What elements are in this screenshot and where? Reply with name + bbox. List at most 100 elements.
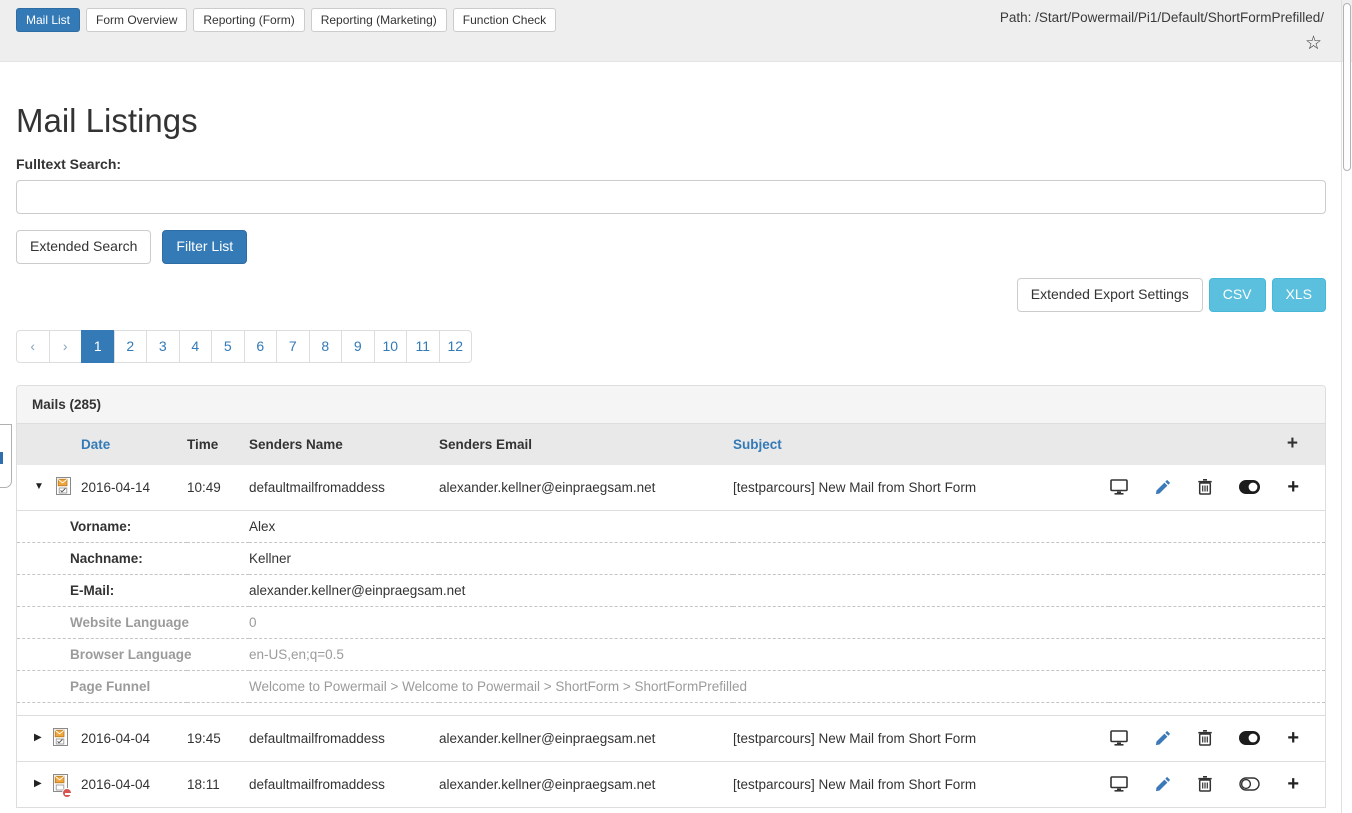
detail-label: Website Language xyxy=(17,606,249,638)
search-buttons: Extended Search Filter List xyxy=(16,230,1326,264)
add-column-icon[interactable]: + xyxy=(1287,433,1298,454)
pagination-page-10[interactable]: 10 xyxy=(374,330,408,363)
cell-sender-name: defaultmailfromaddess xyxy=(249,761,439,807)
tab-reporting-form[interactable]: Reporting (Form) xyxy=(193,8,304,32)
cell-subject: [testparcours] New Mail from Short Form xyxy=(733,761,1109,807)
detail-label: Nachname: xyxy=(17,542,249,574)
tab-form-overview[interactable]: Form Overview xyxy=(86,8,187,32)
table-row: ▶ 2016-04-04 19:45 xyxy=(17,715,1325,761)
detail-label: Vorname: xyxy=(17,510,249,542)
detail-label: Page Funnel xyxy=(17,670,249,702)
pagination-page-7[interactable]: 7 xyxy=(276,330,310,363)
edit-pencil-icon[interactable] xyxy=(1155,730,1171,746)
fulltext-search-label: Fulltext Search: xyxy=(16,156,1326,172)
sort-date-link[interactable]: Date xyxy=(81,437,110,452)
edit-pencil-icon[interactable] xyxy=(1155,776,1171,792)
detail-row: E-Mail: alexander.kellner@einpraegsam.ne… xyxy=(17,574,1325,606)
pagination-page-2[interactable]: 2 xyxy=(114,330,148,363)
preview-icon[interactable] xyxy=(1110,479,1128,495)
detail-row: Vorname: Alex xyxy=(17,510,1325,542)
detail-value: Welcome to Powermail > Welcome to Powerm… xyxy=(249,670,1325,702)
pagination-page-1[interactable]: 1 xyxy=(81,330,115,363)
page-title: Mail Listings xyxy=(16,102,1326,140)
cell-sender-name: defaultmailfromaddess xyxy=(249,465,439,511)
row-actions: + xyxy=(1109,776,1299,792)
delete-trash-icon[interactable] xyxy=(1198,479,1212,495)
cell-date: 2016-04-04 xyxy=(81,715,187,761)
tab-mail-list[interactable]: Mail List xyxy=(16,8,80,32)
detail-value: Alex xyxy=(249,510,1325,542)
column-header-time: Time xyxy=(187,424,249,465)
delete-trash-icon[interactable] xyxy=(1198,730,1212,746)
pagination: ‹ › 1 2 3 4 5 6 7 8 9 10 11 12 xyxy=(16,330,1326,363)
cell-sender-email: alexander.kellner@einpraegsam.net xyxy=(439,715,733,761)
mails-panel-title: Mails (285) xyxy=(17,386,1325,424)
visibility-toggle-on-icon[interactable] xyxy=(1239,731,1260,745)
table-row: ▶ 2016-04-04 18:11 d xyxy=(17,761,1325,807)
column-header-actions: + xyxy=(1109,424,1325,465)
filter-list-button[interactable]: Filter List xyxy=(162,230,247,264)
cell-sender-name: defaultmailfromaddess xyxy=(249,715,439,761)
detail-label: E-Mail: xyxy=(17,574,249,606)
cell-time: 19:45 xyxy=(187,715,249,761)
bookmark-star-icon[interactable]: ☆ xyxy=(1305,34,1322,53)
detail-row: Website Language 0 xyxy=(17,606,1325,638)
add-plus-icon[interactable]: + xyxy=(1287,731,1299,745)
top-bar: Mail List Form Overview Reporting (Form)… xyxy=(0,0,1352,62)
pagination-page-11[interactable]: 11 xyxy=(406,330,440,363)
cell-time: 10:49 xyxy=(187,465,249,511)
pagination-page-6[interactable]: 6 xyxy=(244,330,278,363)
pagination-page-9[interactable]: 9 xyxy=(341,330,375,363)
extended-export-settings-button[interactable]: Extended Export Settings xyxy=(1017,278,1203,312)
header-spacer xyxy=(17,424,81,465)
xls-export-button[interactable]: XLS xyxy=(1272,278,1326,312)
mail-record-icon xyxy=(53,728,68,749)
detail-label: Browser Language xyxy=(17,638,249,670)
pagination-prev[interactable]: ‹ xyxy=(16,330,50,363)
extended-search-button[interactable]: Extended Search xyxy=(16,230,151,264)
table-header-row: Date Time Senders Name Senders Email Sub… xyxy=(17,424,1325,465)
pagination-next[interactable]: › xyxy=(49,330,83,363)
expand-caret-icon[interactable]: ▶ xyxy=(34,778,42,789)
cell-subject: [testparcours] New Mail from Short Form xyxy=(733,715,1109,761)
edit-pencil-icon[interactable] xyxy=(1155,479,1171,495)
fulltext-search-input[interactable] xyxy=(16,180,1326,214)
cell-subject: [testparcours] New Mail from Short Form xyxy=(733,465,1109,511)
pagination-page-4[interactable]: 4 xyxy=(179,330,213,363)
csv-export-button[interactable]: CSV xyxy=(1209,278,1266,312)
expand-caret-icon[interactable]: ▶ xyxy=(34,732,42,743)
pagination-page-5[interactable]: 5 xyxy=(211,330,245,363)
tab-function-check[interactable]: Function Check xyxy=(453,8,556,32)
left-edge-panel-marker xyxy=(0,452,3,464)
visibility-toggle-off-icon[interactable] xyxy=(1239,777,1260,791)
cell-time: 18:11 xyxy=(187,761,249,807)
mail-record-hidden-icon xyxy=(53,774,68,795)
left-edge-panel[interactable] xyxy=(0,424,12,488)
scrollbar-track xyxy=(1341,0,1352,813)
add-plus-icon[interactable]: + xyxy=(1287,480,1299,494)
visibility-toggle-on-icon[interactable] xyxy=(1239,480,1260,494)
detail-value: Kellner xyxy=(249,542,1325,574)
cell-sender-email: alexander.kellner@einpraegsam.net xyxy=(439,465,733,511)
table-row: ▼ 2016-04-14 10:49 xyxy=(17,465,1325,511)
sort-subject-link[interactable]: Subject xyxy=(733,437,782,452)
delete-trash-icon[interactable] xyxy=(1198,776,1212,792)
detail-value: alexander.kellner@einpraegsam.net xyxy=(249,574,1325,606)
tab-reporting-marketing[interactable]: Reporting (Marketing) xyxy=(311,8,447,32)
column-header-subject: Subject xyxy=(733,424,1109,465)
preview-icon[interactable] xyxy=(1110,776,1128,792)
row-actions: + xyxy=(1109,479,1299,495)
hidden-record-badge xyxy=(62,788,72,798)
pagination-page-8[interactable]: 8 xyxy=(309,330,343,363)
add-plus-icon[interactable]: + xyxy=(1287,777,1299,791)
preview-icon[interactable] xyxy=(1110,730,1128,746)
main-content: Mail Listings Fulltext Search: Extended … xyxy=(16,102,1326,808)
row-actions: + xyxy=(1109,730,1299,746)
mails-panel: Mails (285) Date Time Senders Name Sende… xyxy=(16,385,1326,808)
pagination-page-3[interactable]: 3 xyxy=(146,330,180,363)
detail-row: Page Funnel Welcome to Powermail > Welco… xyxy=(17,670,1325,702)
export-buttons: Extended Export Settings CSV XLS xyxy=(16,278,1326,312)
collapse-caret-icon[interactable]: ▼ xyxy=(34,481,44,492)
scrollbar-thumb[interactable] xyxy=(1343,3,1351,171)
pagination-page-12[interactable]: 12 xyxy=(439,330,473,363)
